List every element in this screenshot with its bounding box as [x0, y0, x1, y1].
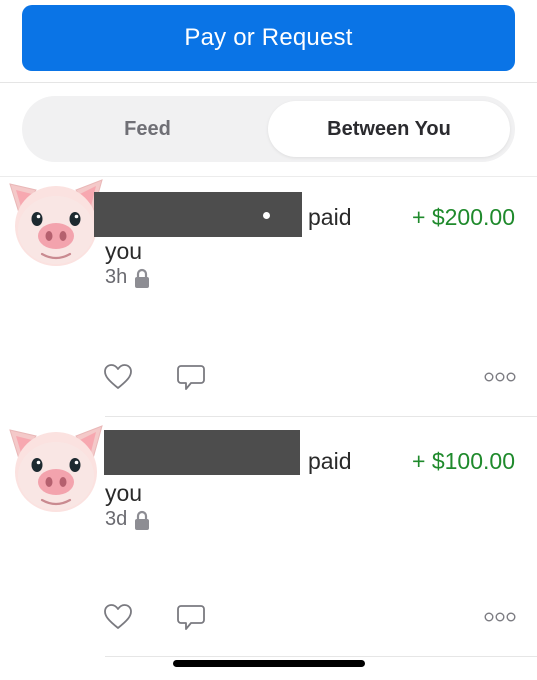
lock-icon — [134, 267, 150, 289]
story-time: 3h — [105, 266, 128, 288]
story-amount: + $200.00 — [412, 204, 515, 230]
tab-feed[interactable]: Feed — [27, 101, 268, 157]
tab-between-you[interactable]: Between You — [268, 101, 510, 157]
venmo-screen: Pay or Request Feed Between You paid + $… — [0, 0, 537, 680]
lock-icon — [134, 509, 150, 531]
redacted-name — [104, 430, 300, 475]
story-time: 3d — [105, 508, 128, 530]
home-indicator[interactable] — [173, 660, 365, 667]
comment-icon[interactable] — [177, 604, 205, 632]
story-target: you — [105, 238, 143, 264]
comment-icon[interactable] — [177, 364, 205, 392]
heart-icon[interactable] — [104, 604, 132, 630]
pay-or-request-button[interactable]: Pay or Request — [22, 5, 515, 71]
header-divider — [0, 82, 537, 83]
redacted-name — [94, 192, 302, 237]
story-action: paid — [308, 204, 352, 230]
story-divider — [105, 656, 537, 657]
story-target: you — [105, 480, 143, 506]
story-meta: 3h — [105, 266, 150, 289]
story-meta: 3d — [105, 508, 150, 531]
redaction-dot — [263, 212, 270, 219]
story-action: paid — [308, 448, 352, 474]
transaction-story[interactable]: paid + $200.00 you 3h — [0, 176, 537, 416]
story-divider — [105, 416, 537, 417]
more-options-icon[interactable] — [484, 372, 516, 382]
pig-avatar-icon[interactable] — [8, 176, 104, 272]
transaction-story[interactable]: paid + $100.00 you 3d — [0, 420, 537, 660]
pig-avatar-icon[interactable] — [8, 422, 104, 518]
feed-segmented-control: Feed Between You — [22, 96, 515, 162]
more-options-icon[interactable] — [484, 612, 516, 622]
heart-icon[interactable] — [104, 364, 132, 390]
story-amount: + $100.00 — [412, 448, 515, 474]
